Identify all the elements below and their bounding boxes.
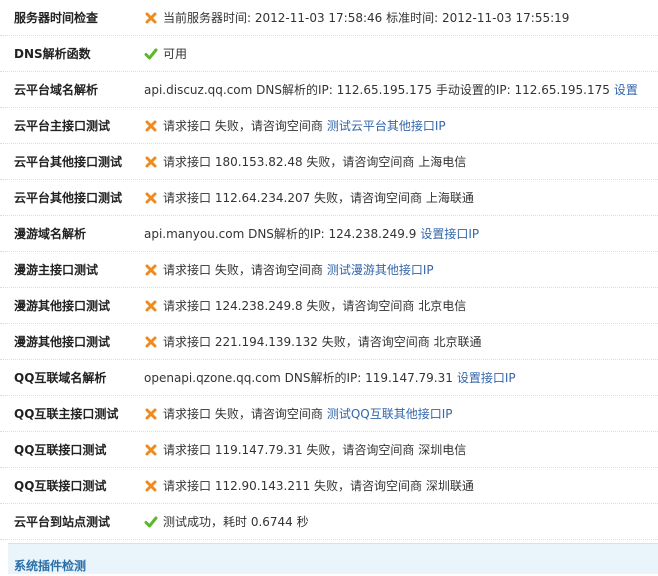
row-text: 可用 — [163, 47, 188, 61]
row-manyou-other-2: 漫游其他接口测试 请求接口 221.194.139.132 失败，请咨询空间商 … — [0, 324, 658, 360]
row-content: 测试成功，耗时 0.6744 秒 — [144, 504, 309, 540]
row-label: DNS解析函数 — [14, 47, 91, 61]
row-content: 请求接口 失败，请咨询空间商 测试云平台其他接口IP — [144, 108, 446, 144]
row-text: 当前服务器时间: 2012-11-03 17:58:46 标准时间: 2012-… — [163, 11, 570, 25]
row-content: 请求接口 112.90.143.211 失败，请咨询空间商 深圳联通 — [144, 468, 474, 504]
row-label: 服务器时间检查 — [14, 11, 99, 25]
row-text: 请求接口 失败，请咨询空间商 — [163, 407, 323, 421]
row-manyou-main: 漫游主接口测试 请求接口 失败，请咨询空间商 测试漫游其他接口IP — [0, 252, 658, 288]
row-content: 请求接口 失败，请咨询空间商 测试漫游其他接口IP — [144, 252, 434, 288]
cross-icon — [144, 263, 158, 277]
row-text: 请求接口 112.64.234.207 失败，请咨询空间商 上海联通 — [163, 191, 474, 205]
row-label: 漫游其他接口测试 — [14, 335, 111, 349]
test-cloud-other-link[interactable]: 测试云平台其他接口IP — [327, 108, 446, 144]
row-text: 请求接口 124.238.249.8 失败，请咨询空间商 北京电信 — [163, 299, 467, 313]
section-header: 系统插件检测 — [8, 543, 658, 574]
row-cloud-other-2: 云平台其他接口测试 请求接口 112.64.234.207 失败，请咨询空间商 … — [0, 180, 658, 216]
row-text: 请求接口 失败，请咨询空间商 — [163, 263, 323, 277]
cross-icon — [144, 11, 158, 25]
diagnostics-table: 服务器时间检查 当前服务器时间: 2012-11-03 17:58:46 标准时… — [0, 0, 658, 540]
row-label: 云平台到站点测试 — [14, 515, 111, 529]
test-manyou-other-link[interactable]: 测试漫游其他接口IP — [327, 252, 434, 288]
row-dns-function: DNS解析函数 可用 — [0, 36, 658, 72]
row-label: 漫游域名解析 — [14, 227, 87, 241]
row-label: QQ互联接口测试 — [14, 443, 107, 457]
row-cloud-dns: 云平台域名解析 api.discuz.qq.com DNS解析的IP: 112.… — [0, 72, 658, 108]
row-qq-other-2: QQ互联接口测试 请求接口 112.90.143.211 失败，请咨询空间商 深… — [0, 468, 658, 504]
row-cloud-main: 云平台主接口测试 请求接口 失败，请咨询空间商 测试云平台其他接口IP — [0, 108, 658, 144]
row-text: 请求接口 112.90.143.211 失败，请咨询空间商 深圳联通 — [163, 479, 474, 493]
check-icon — [144, 515, 158, 529]
section-title: 系统插件检测 — [14, 559, 87, 573]
row-content: 请求接口 失败，请咨询空间商 测试QQ互联其他接口IP — [144, 396, 453, 432]
row-qq-dns: QQ互联域名解析 openapi.qzone.qq.com DNS解析的IP: … — [0, 360, 658, 396]
row-label: 云平台其他接口测试 — [14, 191, 123, 205]
test-qq-other-link[interactable]: 测试QQ互联其他接口IP — [327, 396, 453, 432]
row-manyou-dns: 漫游域名解析 api.manyou.com DNS解析的IP: 124.238.… — [0, 216, 658, 252]
row-text: 请求接口 119.147.79.31 失败，请咨询空间商 深圳电信 — [163, 443, 467, 457]
row-label: 漫游其他接口测试 — [14, 299, 111, 313]
cross-icon — [144, 479, 158, 493]
check-icon — [144, 47, 158, 61]
row-content: 请求接口 180.153.82.48 失败，请咨询空间商 上海电信 — [144, 144, 466, 180]
row-content: 当前服务器时间: 2012-11-03 17:58:46 标准时间: 2012-… — [144, 0, 569, 36]
row-text: openapi.qzone.qq.com DNS解析的IP: 119.147.7… — [144, 371, 453, 385]
row-label: QQ互联域名解析 — [14, 371, 107, 385]
row-server-time: 服务器时间检查 当前服务器时间: 2012-11-03 17:58:46 标准时… — [0, 0, 658, 36]
row-label: QQ互联接口测试 — [14, 479, 107, 493]
cross-icon — [144, 119, 158, 133]
row-content: 请求接口 221.194.139.132 失败，请咨询空间商 北京联通 — [144, 324, 482, 360]
row-qq-main: QQ互联主接口测试 请求接口 失败，请咨询空间商 测试QQ互联其他接口IP — [0, 396, 658, 432]
row-site-test: 云平台到站点测试 测试成功，耗时 0.6744 秒 — [0, 504, 658, 540]
cross-icon — [144, 155, 158, 169]
row-manyou-other-1: 漫游其他接口测试 请求接口 124.238.249.8 失败，请咨询空间商 北京… — [0, 288, 658, 324]
row-text: 请求接口 221.194.139.132 失败，请咨询空间商 北京联通 — [163, 335, 482, 349]
row-qq-other-1: QQ互联接口测试 请求接口 119.147.79.31 失败，请咨询空间商 深圳… — [0, 432, 658, 468]
row-content: openapi.qzone.qq.com DNS解析的IP: 119.147.7… — [144, 360, 516, 396]
cross-icon — [144, 407, 158, 421]
set-ip-link[interactable]: 设置接口IP — [420, 216, 479, 252]
row-content: api.discuz.qq.com DNS解析的IP: 112.65.195.1… — [144, 72, 638, 108]
row-content: 请求接口 124.238.249.8 失败，请咨询空间商 北京电信 — [144, 288, 466, 324]
row-content: api.manyou.com DNS解析的IP: 124.238.249.9 设… — [144, 216, 479, 252]
row-label: 云平台主接口测试 — [14, 119, 111, 133]
row-cloud-other-1: 云平台其他接口测试 请求接口 180.153.82.48 失败，请咨询空间商 上… — [0, 144, 658, 180]
cross-icon — [144, 443, 158, 457]
row-content: 可用 — [144, 36, 187, 72]
cross-icon — [144, 335, 158, 349]
row-text: 请求接口 失败，请咨询空间商 — [163, 119, 323, 133]
cross-icon — [144, 191, 158, 205]
row-text: api.discuz.qq.com DNS解析的IP: 112.65.195.1… — [144, 83, 610, 97]
row-label: 云平台其他接口测试 — [14, 155, 123, 169]
row-text: 请求接口 180.153.82.48 失败，请咨询空间商 上海电信 — [163, 155, 467, 169]
row-label: QQ互联主接口测试 — [14, 407, 119, 421]
cross-icon — [144, 299, 158, 313]
row-label: 云平台域名解析 — [14, 83, 99, 97]
row-content: 请求接口 119.147.79.31 失败，请咨询空间商 深圳电信 — [144, 432, 466, 468]
row-text: 测试成功，耗时 0.6744 秒 — [163, 515, 309, 529]
row-text: api.manyou.com DNS解析的IP: 124.238.249.9 — [144, 227, 417, 241]
set-link[interactable]: 设置 — [614, 72, 638, 108]
set-ip-link[interactable]: 设置接口IP — [457, 360, 516, 396]
row-label: 漫游主接口测试 — [14, 263, 99, 277]
row-content: 请求接口 112.64.234.207 失败，请咨询空间商 上海联通 — [144, 180, 474, 216]
